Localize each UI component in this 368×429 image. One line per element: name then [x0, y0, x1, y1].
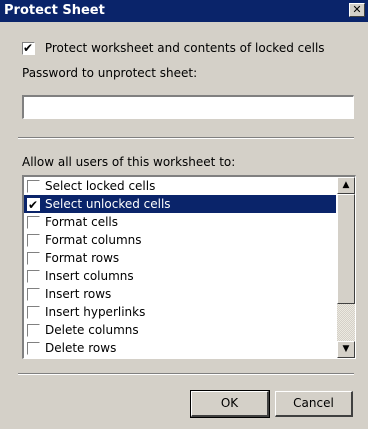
allow-users-label: Allow all users of this worksheet to: — [22, 155, 236, 169]
scroll-up-icon[interactable]: ▲ — [337, 177, 355, 194]
title-bar[interactable]: Protect Sheet ✕ — [0, 0, 368, 22]
permissions-items: Select locked cells ✔ Select unlocked cell… — [24, 177, 336, 357]
permission-item[interactable]: Delete rows — [24, 339, 336, 357]
password-label: Password to unprotect sheet: — [22, 66, 198, 80]
permission-checkbox[interactable] — [27, 216, 40, 229]
permission-label: Insert rows — [45, 287, 112, 301]
permission-label: Select locked cells — [45, 179, 156, 193]
permission-label: Format cells — [45, 215, 119, 229]
permission-checkbox[interactable] — [27, 252, 40, 265]
permission-item[interactable]: Select locked cells — [24, 177, 336, 195]
separator — [18, 373, 354, 375]
cancel-button[interactable]: Cancel — [275, 391, 353, 417]
permission-label: Delete columns — [45, 323, 139, 337]
permission-label: Format columns — [45, 233, 142, 247]
protect-worksheet-label: Protect worksheet and contents of locked… — [44, 41, 325, 55]
scroll-down-icon[interactable]: ▼ — [337, 341, 355, 358]
scroll-thumb[interactable] — [337, 194, 355, 304]
permission-label: Select unlocked cells — [45, 197, 171, 211]
permission-label: Delete rows — [45, 341, 117, 355]
list-scrollbar[interactable]: ▲ ▼ — [337, 177, 355, 358]
protect-worksheet-option[interactable]: ✔ Protect worksheet and contents of lock… — [22, 40, 325, 56]
permission-checkbox[interactable] — [27, 306, 40, 319]
permission-item[interactable]: Insert hyperlinks — [24, 303, 336, 321]
separator — [18, 137, 354, 139]
dialog-title: Protect Sheet — [4, 3, 105, 18]
permission-item[interactable]: Format rows — [24, 249, 336, 267]
permission-checkbox[interactable] — [27, 270, 40, 283]
permission-item[interactable]: Format cells — [24, 213, 336, 231]
checkmark-icon: ✔ — [23, 41, 34, 55]
password-field[interactable] — [22, 95, 354, 119]
permission-item[interactable]: Insert columns — [24, 267, 336, 285]
permission-checkbox[interactable] — [27, 180, 40, 193]
permission-label: Format rows — [45, 251, 120, 265]
permission-label: Insert hyperlinks — [45, 305, 146, 319]
permission-checkbox[interactable] — [27, 234, 40, 247]
protect-worksheet-checkbox[interactable]: ✔ — [22, 41, 35, 55]
permission-label: Insert columns — [45, 269, 134, 283]
permission-checkbox[interactable]: ✔ — [27, 198, 40, 212]
close-icon[interactable]: ✕ — [349, 3, 365, 17]
permission-checkbox[interactable] — [27, 342, 40, 355]
permission-item[interactable]: Format columns — [24, 231, 336, 249]
protect-sheet-dialog: Protect Sheet ✕ ✔ Protect worksheet and … — [0, 0, 368, 429]
permissions-list[interactable]: Select locked cells ✔ Select unlocked cell… — [22, 175, 356, 359]
permission-checkbox[interactable] — [27, 288, 40, 301]
permission-item[interactable]: ✔ Select unlocked cells — [24, 195, 336, 213]
ok-button[interactable]: OK — [190, 390, 270, 418]
checkmark-icon: ✔ — [28, 198, 39, 212]
permission-item[interactable]: Insert rows — [24, 285, 336, 303]
permission-item[interactable]: Delete columns — [24, 321, 336, 339]
permission-checkbox[interactable] — [27, 324, 40, 337]
